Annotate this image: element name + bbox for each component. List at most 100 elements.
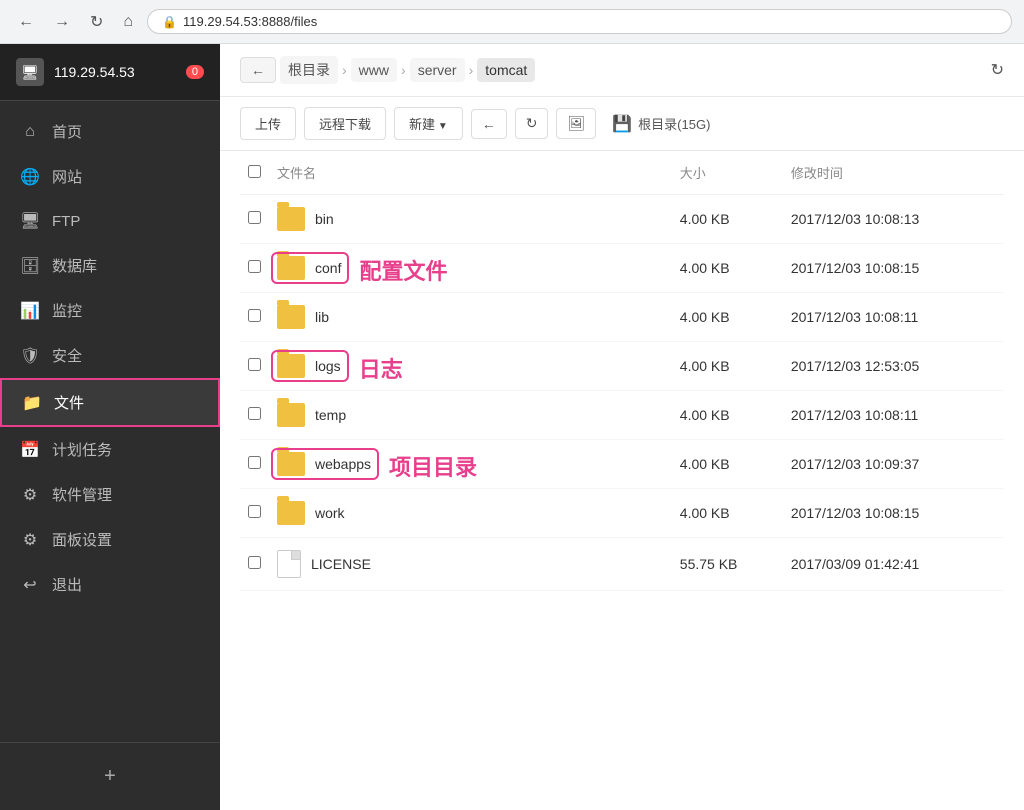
sidebar-label-website: 网站 <box>52 166 82 187</box>
row-checkbox-cell <box>240 538 269 591</box>
folder-icon <box>277 452 305 476</box>
file-name: temp <box>315 407 346 423</box>
sidebar-item-logout[interactable]: ↩ 退出 <box>0 562 220 607</box>
row-checkbox[interactable] <box>248 505 261 518</box>
file-name: webapps <box>315 456 371 472</box>
sidebar-item-panel[interactable]: ⚙ 面板设置 <box>0 517 220 562</box>
row-name-cell: logs <box>269 342 672 391</box>
row-modified-time: 2017/12/03 12:53:05 <box>783 342 1004 391</box>
sidebar-item-home[interactable]: ⌂ 首页 <box>0 109 220 154</box>
upload-button[interactable]: 上传 <box>240 107 296 140</box>
remote-download-button[interactable]: 远程下载 <box>304 107 386 140</box>
breadcrumb-server[interactable]: server <box>410 58 465 82</box>
row-checkbox[interactable] <box>248 309 261 322</box>
disk-icon: 💾 <box>612 114 632 134</box>
row-modified-time: 2017/12/03 10:08:15 <box>783 489 1004 538</box>
toolbar-back-button[interactable]: ← <box>471 109 507 139</box>
software-icon: ⚙ <box>20 485 40 505</box>
row-modified-time: 2017/12/03 10:08:11 <box>783 293 1004 342</box>
sidebar-item-database[interactable]: 🗄 数据库 <box>0 243 220 288</box>
col-header-size: 大小 <box>672 151 783 195</box>
table-row[interactable]: temp4.00 KB2017/12/03 10:08:11 <box>240 391 1004 440</box>
row-checkbox[interactable] <box>248 211 261 224</box>
file-name-container: lib <box>277 305 664 329</box>
row-checkbox-cell <box>240 440 269 489</box>
back-button[interactable]: ← <box>12 11 40 33</box>
security-icon: 🛡 <box>20 346 40 366</box>
breadcrumb-sep-3: › <box>469 62 474 78</box>
home-button[interactable]: ⌂ <box>117 11 139 33</box>
table-row[interactable]: work4.00 KB2017/12/03 10:08:15 <box>240 489 1004 538</box>
file-table-container: 文件名 大小 修改时间 bin4.00 KB2017/12/03 10:08:1… <box>220 151 1024 810</box>
table-row[interactable]: LICENSE 55.75 KB2017/03/09 01:42:41 <box>240 538 1004 591</box>
sidebar-item-website[interactable]: 🌐 网站 <box>0 154 220 199</box>
row-size: 4.00 KB <box>672 440 783 489</box>
toolbar-image-button[interactable]: 🖼 <box>556 108 596 139</box>
ftp-icon: 🖥 <box>20 211 40 231</box>
breadcrumb-tomcat[interactable]: tomcat <box>477 58 535 82</box>
table-row[interactable]: conf4.00 KB2017/12/03 10:08:15 <box>240 244 1004 293</box>
sidebar-item-security[interactable]: 🛡 安全 <box>0 333 220 378</box>
table-row[interactable]: lib4.00 KB2017/12/03 10:08:11 <box>240 293 1004 342</box>
server-ip: 119.29.54.53 <box>54 64 135 80</box>
toolbar: 上传 远程下载 新建 ← ↻ 🖼 💾 根目录(15G) <box>220 97 1024 151</box>
row-name-cell: lib <box>269 293 672 342</box>
row-name-cell: LICENSE <box>269 538 672 591</box>
refresh-button[interactable]: ↻ <box>84 10 109 34</box>
sidebar-item-software[interactable]: ⚙ 软件管理 <box>0 472 220 517</box>
monitor-icon: 📊 <box>20 301 40 321</box>
file-name: conf <box>315 260 341 276</box>
sidebar-label-logout: 退出 <box>52 574 82 595</box>
table-row[interactable]: bin4.00 KB2017/12/03 10:08:13 <box>240 195 1004 244</box>
breadcrumb-refresh-button[interactable]: ↻ <box>991 60 1004 80</box>
sidebar-nav: ⌂ 首页 🌐 网站 🖥 FTP 🗄 数据库 📊 监控 🛡 安全 <box>0 101 220 742</box>
col-header-check <box>240 151 269 195</box>
file-name-container: bin <box>277 207 664 231</box>
lock-icon: 🔒 <box>162 15 177 29</box>
sidebar-label-database: 数据库 <box>52 255 97 276</box>
sidebar-item-files[interactable]: 📁 文件 <box>0 378 220 427</box>
table-row[interactable]: webapps4.00 KB2017/12/03 10:09:37 <box>240 440 1004 489</box>
address-bar[interactable]: 🔒 119.29.54.53:8888/files <box>147 9 1012 34</box>
sidebar-label-scheduled: 计划任务 <box>52 439 112 460</box>
add-button[interactable]: + <box>0 755 220 798</box>
sidebar-item-monitor[interactable]: 📊 监控 <box>0 288 220 333</box>
select-all-checkbox[interactable] <box>248 165 261 178</box>
row-size: 55.75 KB <box>672 538 783 591</box>
breadcrumb-www[interactable]: www <box>351 58 397 82</box>
breadcrumb-back-button[interactable]: ← <box>240 57 276 83</box>
row-checkbox[interactable] <box>248 260 261 273</box>
new-button[interactable]: 新建 <box>394 107 463 140</box>
row-name-cell: work <box>269 489 672 538</box>
col-header-name: 文件名 <box>269 151 672 195</box>
disk-info-text: 根目录(15G) <box>638 114 710 133</box>
row-modified-time: 2017/03/09 01:42:41 <box>783 538 1004 591</box>
file-name: lib <box>315 309 329 325</box>
folder-icon <box>277 501 305 525</box>
toolbar-refresh-button[interactable]: ↻ <box>515 108 549 139</box>
row-checkbox[interactable] <box>248 407 261 420</box>
forward-button[interactable]: → <box>48 11 76 33</box>
breadcrumb-root[interactable]: 根目录 <box>280 56 338 84</box>
row-size: 4.00 KB <box>672 489 783 538</box>
table-row[interactable]: logs4.00 KB2017/12/03 12:53:05 <box>240 342 1004 391</box>
notification-badge: 0 <box>186 65 204 79</box>
url-text: 119.29.54.53:8888/files <box>183 14 317 29</box>
table-header-row: 文件名 大小 修改时间 <box>240 151 1004 195</box>
browser-chrome: ← → ↻ ⌂ 🔒 119.29.54.53:8888/files <box>0 0 1024 44</box>
sidebar-item-scheduled[interactable]: 📅 计划任务 <box>0 427 220 472</box>
row-checkbox-cell <box>240 293 269 342</box>
file-name: LICENSE <box>311 556 371 572</box>
sidebar-label-monitor: 监控 <box>52 300 82 321</box>
file-table: 文件名 大小 修改时间 bin4.00 KB2017/12/03 10:08:1… <box>240 151 1004 591</box>
row-checkbox-cell <box>240 391 269 440</box>
row-size: 4.00 KB <box>672 195 783 244</box>
row-checkbox[interactable] <box>248 358 261 371</box>
row-modified-time: 2017/12/03 10:08:15 <box>783 244 1004 293</box>
row-checkbox[interactable] <box>248 456 261 469</box>
server-icon: 🖥 <box>16 58 44 86</box>
row-checkbox[interactable] <box>248 556 261 569</box>
sidebar-item-ftp[interactable]: 🖥 FTP <box>0 199 220 243</box>
logout-icon: ↩ <box>20 575 40 595</box>
row-name-cell: webapps <box>269 440 672 489</box>
